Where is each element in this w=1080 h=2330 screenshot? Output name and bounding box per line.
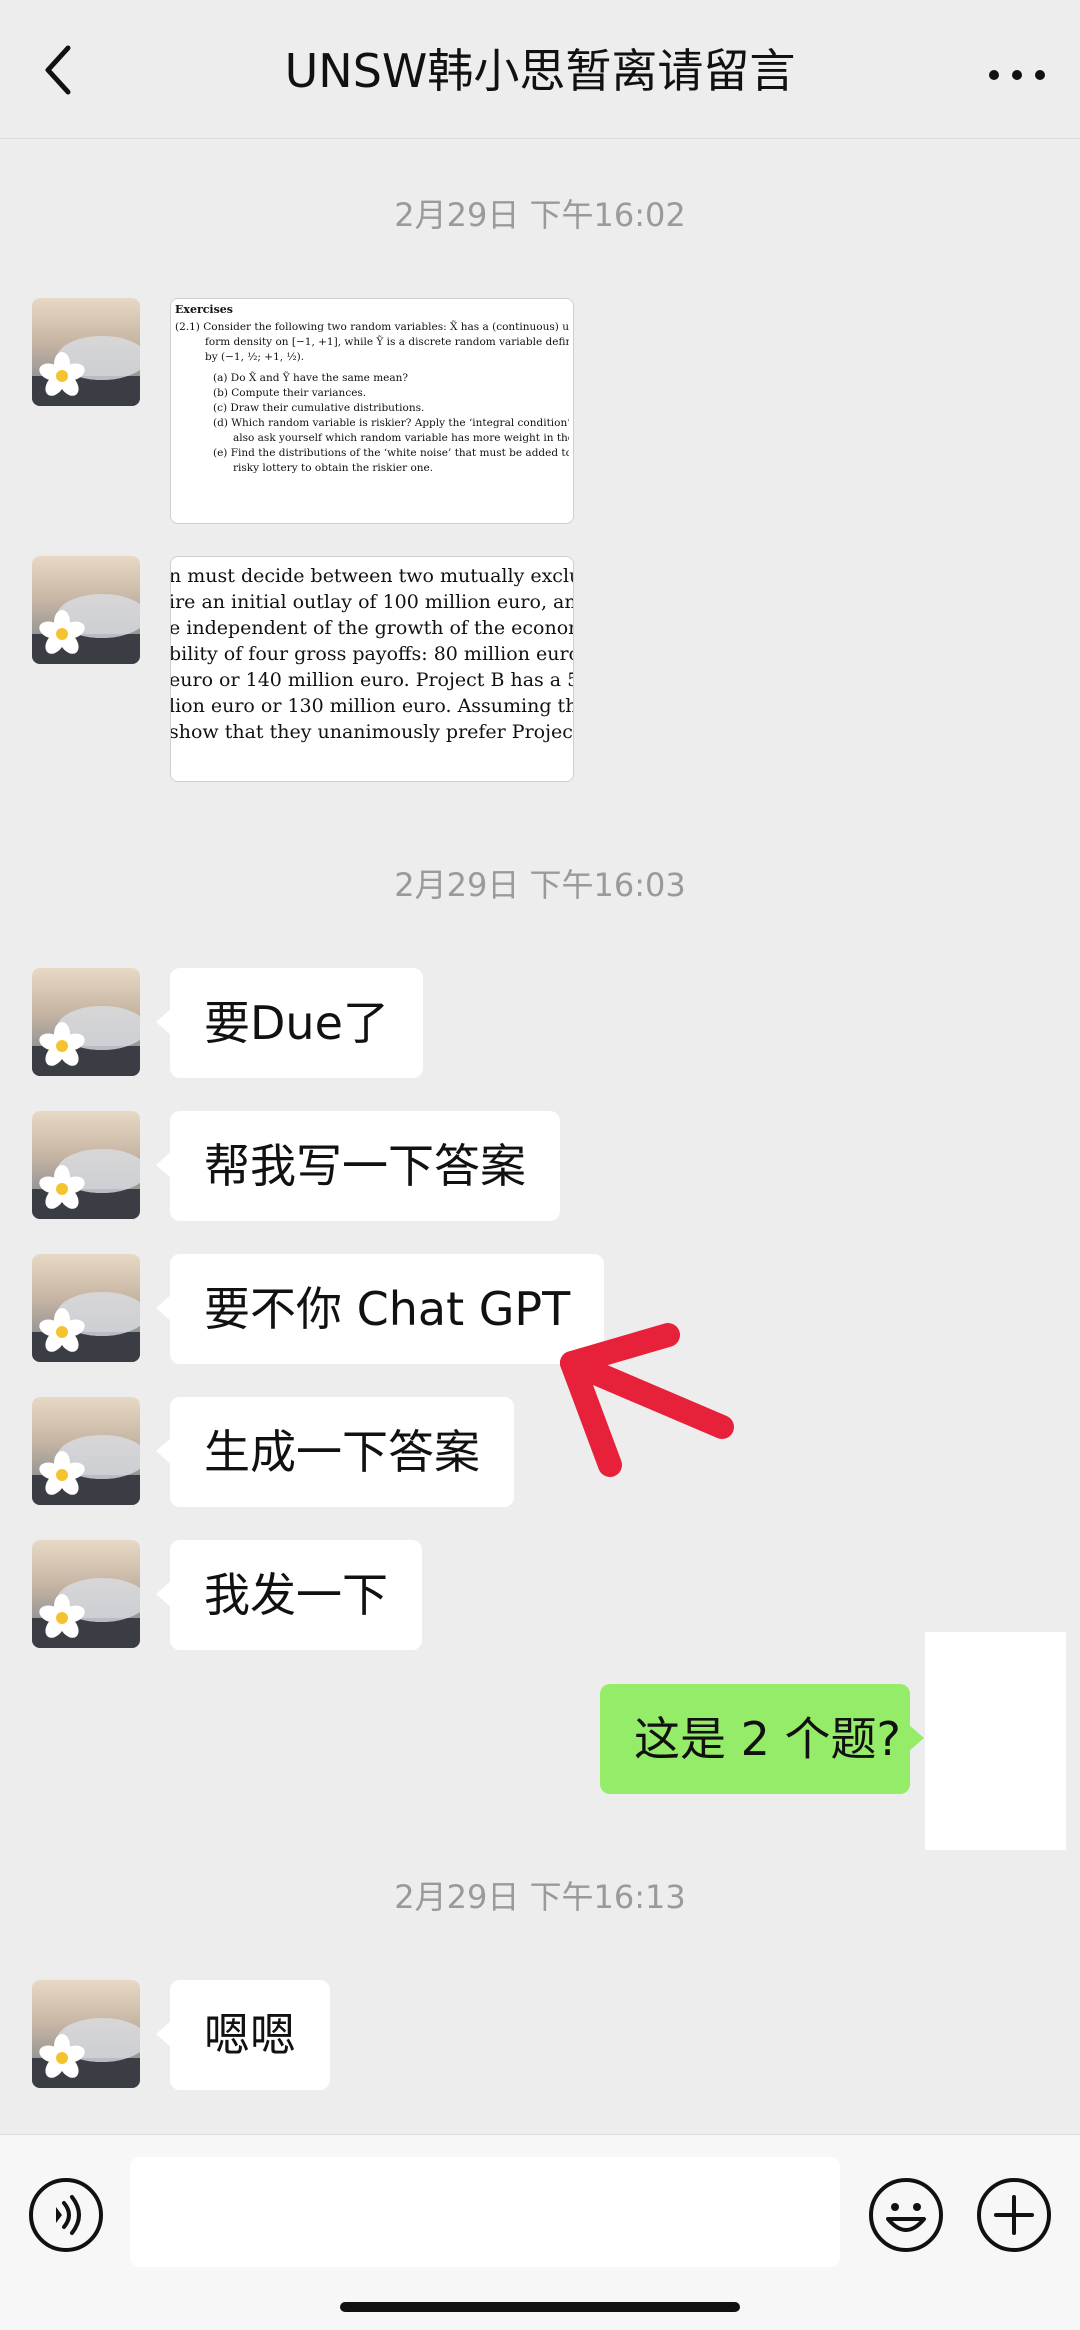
contact-avatar[interactable]: [32, 298, 140, 406]
flower-avatar-image: [32, 1111, 140, 1219]
navigation-bar: UNSW韩小思暂离请留言: [0, 0, 1080, 139]
image-text-line: ire an initial outlay of 100 million eur…: [170, 591, 573, 613]
image-text-heading: Exercises: [175, 303, 233, 316]
image-text-line: euro or 140 million euro. Project B has …: [170, 669, 573, 691]
voice-button[interactable]: [28, 2177, 104, 2253]
contact-avatar[interactable]: [32, 1397, 140, 1505]
contact-avatar[interactable]: [32, 1254, 140, 1362]
message-timestamp: 2月29日 下午16:03: [394, 866, 686, 904]
contact-avatar[interactable]: [32, 1980, 140, 2088]
input-bar: [0, 2134, 1080, 2330]
image-text-line: show that they unanimously prefer Projec…: [170, 721, 573, 743]
message-bubble[interactable]: 嗯嗯: [156, 1980, 330, 2090]
image-text-line: also ask yourself which random variable …: [233, 432, 569, 444]
flower-avatar-image: [32, 968, 140, 1076]
image-message-exercises[interactable]: Exercises (2.1) Consider the following t…: [170, 298, 574, 524]
message-timestamp: 2月29日 下午16:13: [394, 1878, 686, 1916]
contact-avatar[interactable]: [32, 1540, 140, 1648]
more-button[interactable]: [982, 40, 1052, 110]
image-text-line: risky lottery to obtain the riskier one.: [233, 462, 434, 474]
emoji-button[interactable]: [868, 2177, 944, 2253]
message-bubble[interactable]: 我发一下: [156, 1540, 422, 1650]
contact-avatar[interactable]: [32, 968, 140, 1076]
image-text-line: (d) Which random variable is riskier? Ap…: [213, 417, 569, 429]
back-button[interactable]: [30, 30, 90, 110]
message-bubble[interactable]: 要不你 Chat GPT: [155, 1254, 605, 1364]
image-text-line: n must decide between two mutually exclu…: [170, 565, 573, 587]
image-text-line: (e) Find the distributions of the ‘white…: [213, 447, 569, 459]
image-text-line: bility of four gross payoffs: 80 million…: [170, 643, 573, 665]
flower-avatar-image: [32, 298, 140, 406]
flower-avatar-image: [32, 1540, 140, 1648]
message-bubble[interactable]: 要Due了: [156, 968, 423, 1078]
message-bubble[interactable]: 生成一下答案: [156, 1397, 514, 1507]
chevron-left-icon: [45, 45, 71, 95]
contact-avatar[interactable]: [32, 1111, 140, 1219]
message-bubble[interactable]: 帮我写一下答案: [156, 1111, 560, 1221]
plus-icon: [977, 2178, 1051, 2252]
voice-icon: [29, 2178, 103, 2252]
image-text-line: (b) Compute their variances.: [213, 387, 367, 399]
more-dots-icon: [989, 70, 1045, 80]
flower-avatar-image: [32, 556, 140, 664]
image-text-line: (2.1) Consider the following two random …: [175, 321, 569, 333]
home-indicator[interactable]: [340, 2302, 740, 2312]
image-text-line: e independent of the growth of the econo…: [170, 617, 573, 639]
image-text-line: by (−1, ½; +1, ½).: [205, 351, 305, 363]
image-text-line: lion euro or 130 million euro. Assuming …: [170, 695, 573, 717]
plus-button[interactable]: [976, 2177, 1052, 2253]
outgoing-message-bubble[interactable]: 这是 2 个题?: [600, 1684, 924, 1794]
my-avatar[interactable]: [925, 1632, 1066, 1850]
flower-avatar-image: [32, 1980, 140, 2088]
image-text-line: (a) Do X̃ and Ỹ have the same mean?: [213, 372, 409, 384]
image-text-line: (c) Draw their cumulative distributions.: [213, 402, 425, 414]
message-input[interactable]: [130, 2157, 840, 2267]
message-timestamp: 2月29日 下午16:02: [394, 196, 686, 234]
image-text-line: form density on [−1, +1], while Ỹ is a d…: [205, 336, 569, 348]
flower-avatar-image: [32, 1397, 140, 1505]
chat-title: UNSW韩小思暂离请留言: [284, 44, 796, 98]
emoji-icon: [869, 2178, 943, 2252]
image-message-projects[interactable]: n must decide between two mutually exclu…: [170, 556, 574, 782]
flower-avatar-image: [32, 1254, 140, 1362]
contact-avatar[interactable]: [32, 556, 140, 664]
